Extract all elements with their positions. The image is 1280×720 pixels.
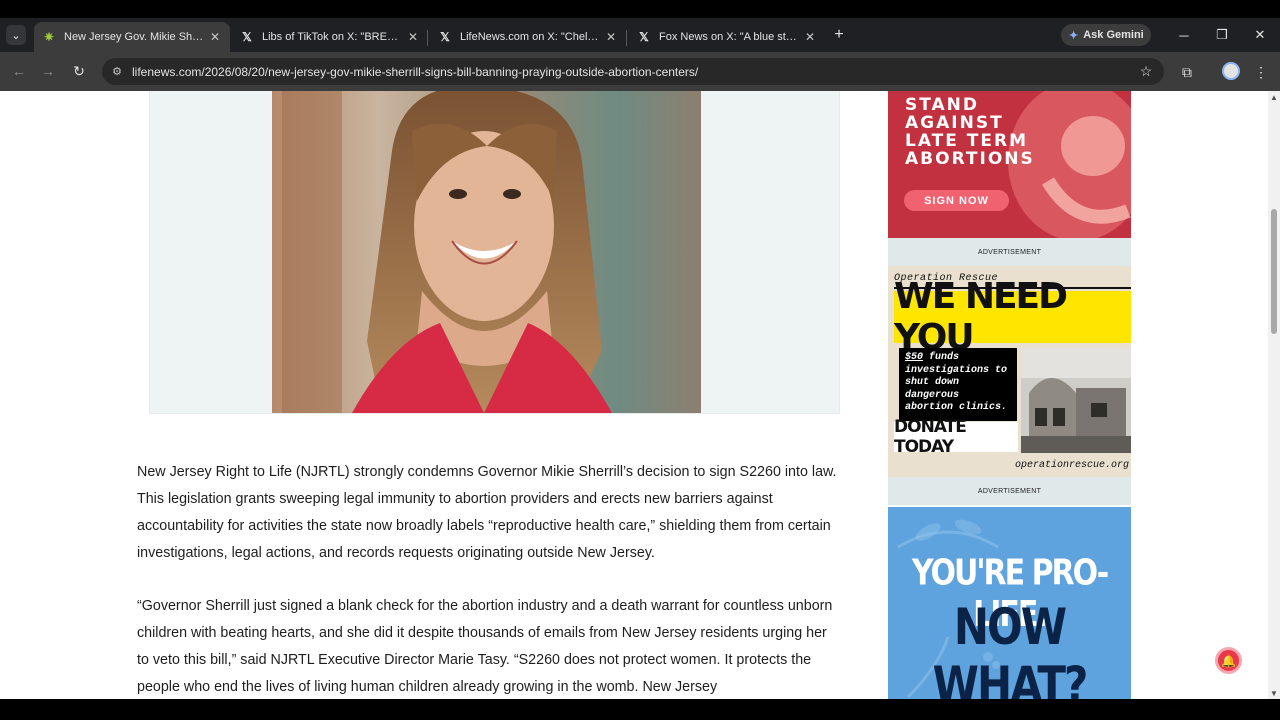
x-icon: 𝕏 [440,30,450,44]
forward-button[interactable]: → [38,61,58,81]
new-tab-button[interactable]: + [830,25,848,45]
browser-toolbar: ← → ↻ ⚙ lifenews.com/2026/08/20/new-jers… [0,52,1280,91]
featured-image-frame [149,91,840,414]
tab-lifenews[interactable]: ✷ New Jersey Gov. Mikie Sherrill S ✕ [34,22,230,52]
restore-button[interactable]: ❐ [1210,25,1234,45]
close-tab-icon[interactable]: ✕ [803,30,817,44]
profile-avatar[interactable] [1222,62,1240,80]
ad-headline-line2: NOW WHAT? [932,598,1089,699]
ad-website: operationrescue.org [1014,460,1129,471]
tab-divider [427,30,428,46]
page-scrollbar[interactable]: ▲ ▼ [1268,91,1280,699]
ad-amount: $50 [905,352,924,363]
tab-divider [626,30,627,46]
article-body: New Jersey Right to Life (NJRTL) strongl… [137,459,842,699]
tab-title: Fox News on X: "A blue state ju [659,31,799,43]
close-window-button[interactable]: ✕ [1248,25,1272,45]
x-icon: 𝕏 [639,30,649,44]
tab-libs-of-tiktok[interactable]: 𝕏 Libs of TikTok on X: "BREAKING: ✕ [232,22,428,52]
ad-headline: STAND AGAINST LATE TERM ABORTIONS [905,95,1035,169]
ad-body: $50 funds investigations to shut down da… [899,348,1017,421]
extensions-icon[interactable]: ⧉ [1177,62,1197,82]
tab-search-button[interactable]: ⌄ [6,25,26,45]
bookmark-star-icon[interactable]: ☆ [1136,63,1156,80]
clinic-building-photo [1021,348,1131,453]
close-tab-icon[interactable]: ✕ [406,30,420,44]
lifenews-favicon-icon: ✷ [43,30,55,44]
tab-title: LifeNews.com on X: "Chelsea Cl [460,31,600,43]
article-paragraph: New Jersey Right to Life (NJRTL) strongl… [137,464,837,561]
ad-operation-rescue[interactable]: Operation Rescue WE NEED YOU $50 funds i… [888,266,1131,477]
article-paragraph: “Governor Sherrill just signed a blank c… [137,598,833,695]
screen-bottom-edge [0,699,1280,720]
back-button[interactable]: ← [9,61,29,81]
ask-gemini-button[interactable]: ✦ Ask Gemini [1061,24,1151,46]
donate-today-button[interactable]: DONATE TODAY [894,417,1018,457]
notification-bell-icon[interactable]: 🔔 [1215,647,1242,674]
ask-gemini-label: Ask Gemini [1083,29,1144,41]
portrait-image [272,91,701,413]
url-text[interactable]: lifenews.com/2026/08/20/new-jersey-gov-m… [132,65,1136,79]
sign-now-button[interactable]: SIGN NOW [904,190,1009,211]
site-info-icon[interactable]: ⚙ [110,65,124,79]
gemini-icon: ✦ [1069,29,1079,42]
tab-title: Libs of TikTok on X: "BREAKING: [262,31,402,43]
close-tab-icon[interactable]: ✕ [208,30,222,44]
x-icon: 𝕏 [242,30,252,44]
advertisement-label: ADVERTISEMENT [888,477,1131,505]
ad-stand-against-late-term[interactable]: STAND AGAINST LATE TERM ABORTIONS SIGN N… [888,91,1131,238]
scrollbar-thumb[interactable] [1271,209,1277,334]
reload-button[interactable]: ↻ [69,61,89,81]
scroll-down-arrow-icon[interactable]: ▼ [1268,687,1280,699]
address-bar[interactable]: ⚙ lifenews.com/2026/08/20/new-jersey-gov… [102,58,1164,85]
ad-pro-life-now-what[interactable]: YOU'RE PRO-LIFE. NOW WHAT? [888,507,1131,699]
featured-photo [272,91,701,413]
minimize-button[interactable]: ─ [1172,25,1196,45]
tab-lifenews-x[interactable]: 𝕏 LifeNews.com on X: "Chelsea Cl ✕ [430,22,626,52]
scroll-up-arrow-icon[interactable]: ▲ [1268,91,1280,103]
browser-menu-icon[interactable]: ⋮ [1251,62,1271,82]
tab-fox-news-x[interactable]: 𝕏 Fox News on X: "A blue state ju ✕ [629,22,825,52]
ad-headline: WE NEED YOU [894,276,1131,358]
browser-window: ⌄ ✷ New Jersey Gov. Mikie Sherrill S ✕ 𝕏… [0,0,1280,720]
tab-strip: ⌄ ✷ New Jersey Gov. Mikie Sherrill S ✕ 𝕏… [0,18,1280,52]
close-tab-icon[interactable]: ✕ [604,30,618,44]
tab-title: New Jersey Gov. Mikie Sherrill S [64,31,204,43]
advertisement-label: ADVERTISEMENT [888,238,1131,266]
web-page: New Jersey Right to Life (NJRTL) strongl… [0,91,1268,699]
